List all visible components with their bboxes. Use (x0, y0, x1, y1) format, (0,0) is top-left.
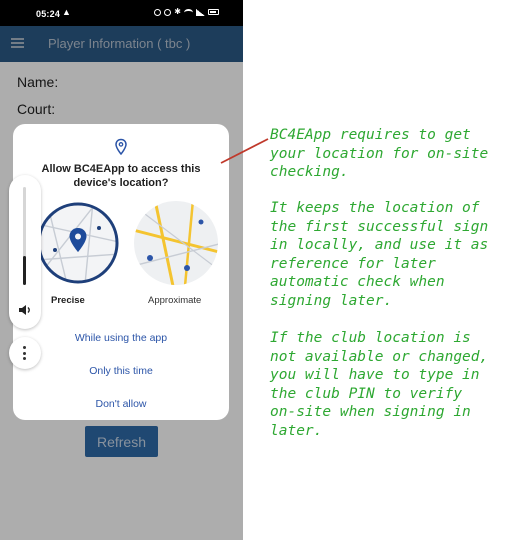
annotation-paragraph: If the club location is not available or… (270, 330, 489, 439)
more-vert-icon[interactable] (9, 337, 41, 369)
phone-screen: 05:24 ▲ ✱ Player Information ( tbc ) Nam… (0, 0, 243, 540)
status-bar: 05:24 ▲ ✱ (0, 0, 243, 26)
wifi-icon (184, 8, 193, 16)
approximate-label: Approximate (148, 295, 202, 306)
annotation-paragraph: BC4EApp requires to get your location fo… (270, 127, 489, 180)
precise-label: Precise (51, 295, 85, 306)
location-pin-icon (115, 138, 127, 156)
location-permission-dialog: Allow BC4EApp to access this device's lo… (13, 124, 229, 420)
alarm-icon (154, 8, 162, 16)
status-icons: ✱ (154, 8, 219, 16)
battery-icon (208, 9, 219, 15)
precise-map-option[interactable] (37, 202, 119, 284)
alert-icon: ▲ (62, 7, 71, 17)
approximate-map-option[interactable] (133, 200, 219, 286)
volume-slider[interactable] (23, 187, 26, 285)
volume-level (23, 255, 26, 285)
signal-icon (196, 8, 205, 16)
vibrate-icon (164, 8, 172, 16)
bluetooth-icon: ✱ (174, 7, 181, 16)
volume-panel (9, 175, 41, 329)
speaker-icon[interactable] (18, 304, 32, 316)
status-time: 05:24 (36, 9, 61, 19)
annotation-paragraph: It keeps the location of the first succe… (270, 200, 489, 309)
dont-allow-button[interactable]: Don't allow (13, 398, 229, 410)
dialog-title: Allow BC4EApp to access this device's lo… (41, 163, 201, 189)
only-this-time-button[interactable]: Only this time (13, 365, 229, 377)
while-using-app-button[interactable]: While using the app (13, 332, 229, 344)
